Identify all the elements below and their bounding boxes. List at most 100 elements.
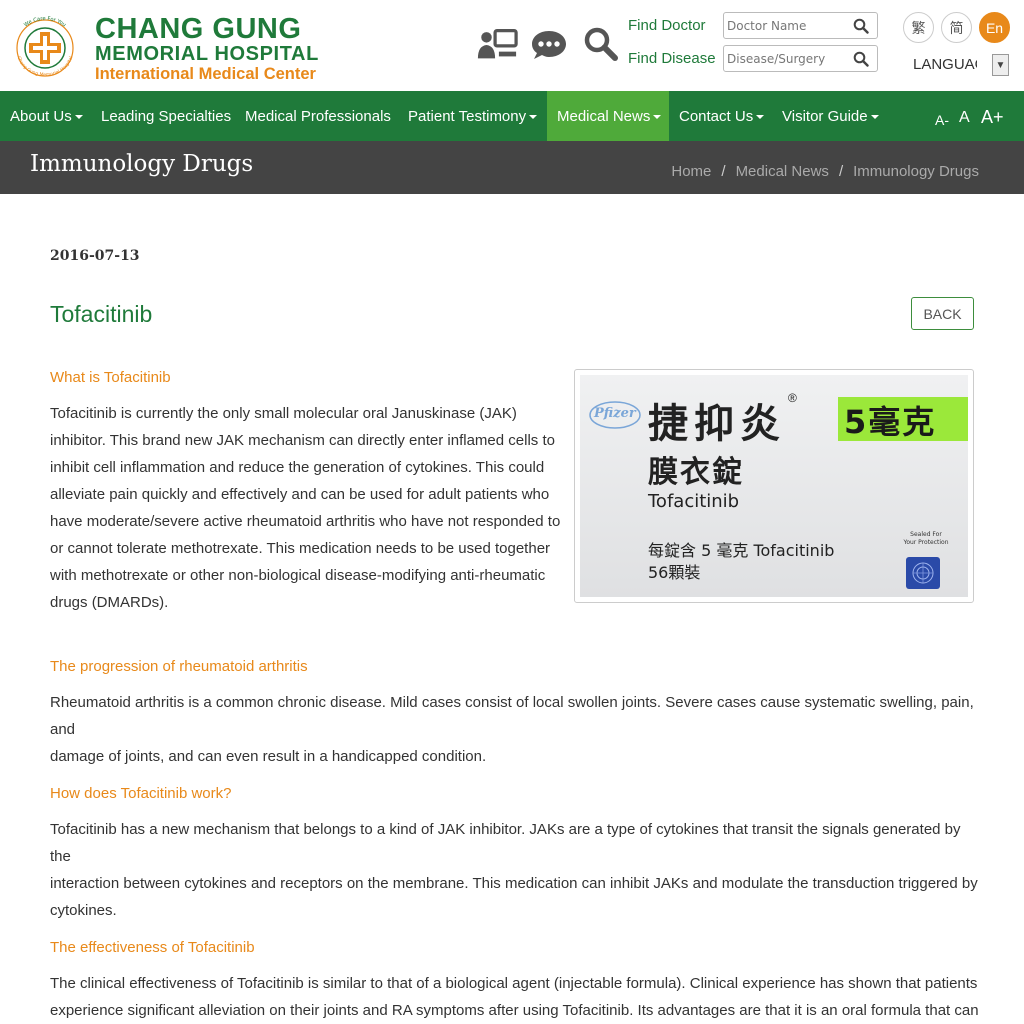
drug-name-row: 捷抑炎 ® (648, 391, 797, 449)
lang-simplified-chinese-button[interactable]: 简 (941, 12, 972, 43)
article-date: 2016-07-13 (50, 248, 140, 264)
drug-package: Pfizer 捷抑炎 ® 5毫克 膜衣錠 Tofacitinib 每錠含 5 毫… (580, 375, 968, 597)
nav-item-visitor-guide[interactable]: Visitor Guide (772, 91, 889, 141)
paragraph-line: or cannot tolerate methotrexate. This me… (50, 540, 551, 557)
paragraph-line: Rheumatoid arthritis is a common chronic… (50, 694, 974, 738)
nav-item-label: Medical Professionals (245, 107, 391, 125)
section-heading: What is Tofacitinib (50, 369, 171, 386)
header-quick-icons (476, 24, 622, 64)
language-switcher: 繁 简 En (903, 12, 1010, 43)
page-title-bar: Immunology Drugs Home / Medical News / I… (0, 141, 1024, 194)
logo-tagline: International Medical Center (95, 65, 316, 83)
nav-item-label: Contact Us (679, 107, 754, 125)
chat-icon[interactable] (528, 24, 570, 64)
nav-item-contact-us[interactable]: Contact Us (669, 91, 774, 141)
nav-item-label: Visitor Guide (782, 107, 868, 125)
back-button[interactable]: BACK (911, 297, 974, 330)
caret-down-icon (74, 115, 83, 119)
font-decrease-button[interactable]: A- (935, 95, 949, 145)
caret-down-icon (529, 115, 538, 119)
nav-item-patient-testimony[interactable]: Patient Testimony (398, 91, 547, 141)
paragraph-line: damage of joints, and can even result in… (50, 748, 487, 765)
registered-mark: ® (788, 391, 797, 405)
paragraph-line: interaction between cytokines and recept… (50, 875, 978, 892)
drug-count: 56顆裝 (648, 563, 701, 582)
page-title: Immunology Drugs (30, 151, 254, 177)
disease-surgery-input[interactable] (724, 46, 849, 71)
article-title: Tofacitinib (50, 301, 153, 327)
paragraph-line: inhibit cell inflammation and reduce the… (50, 459, 545, 476)
paragraph-line: experience significant alleviation on th… (50, 1002, 979, 1019)
svg-text:We Care For You: We Care For You (23, 16, 67, 28)
paragraph-line: The clinical effectiveness of Tofacitini… (50, 975, 978, 992)
nav-item-about-us[interactable]: About Us (0, 91, 93, 141)
disease-search-icon[interactable] (853, 51, 869, 67)
breadcrumb-home-link[interactable]: Home (671, 163, 711, 180)
nav-item-medical-news[interactable]: Medical News (547, 91, 669, 141)
search-icon[interactable] (580, 24, 622, 64)
paragraph-line: alleviate pain quickly and effectively a… (50, 486, 550, 503)
caret-down-icon (870, 115, 879, 119)
drug-package-image: Pfizer 捷抑炎 ® 5毫克 膜衣錠 Tofacitinib 每錠含 5 毫… (574, 369, 974, 603)
lang-traditional-chinese-button[interactable]: 繁 (903, 12, 934, 43)
section-heading: The progression of rheumatoid arthritis (50, 658, 308, 675)
breadcrumb-separator: / (838, 163, 844, 180)
drug-name-chinese: 捷抑炎 (648, 401, 786, 447)
breadcrumb-current: Immunology Drugs (853, 163, 979, 180)
paragraph-line: have moderate/severe active rheumatoid a… (50, 513, 561, 530)
logo-subtitle: MEMORIAL HOSPITAL (95, 43, 319, 65)
section-paragraph: Tofacitinib has a new mechanism that bel… (50, 816, 980, 924)
section-paragraph: Tofacitinib is currently the only small … (50, 400, 570, 616)
nav-item-medical-professionals[interactable]: Medical Professionals (235, 91, 401, 141)
font-normal-button[interactable]: A (959, 93, 970, 143)
nav-item-label: Medical News (557, 107, 651, 125)
language-select-label: LANGUAGE (913, 56, 977, 73)
drug-per-tablet: 每錠含 5 毫克 Tofacitinib (648, 541, 835, 560)
breadcrumb-medical-news-link[interactable]: Medical News (736, 163, 829, 180)
lang-english-button[interactable]: En (979, 12, 1010, 43)
find-disease-box (723, 45, 878, 72)
caret-down-icon (653, 115, 662, 119)
nav-item-label: Leading Specialties (101, 107, 232, 125)
paragraph-line: inhibitor. This brand new JAK mechanism … (50, 432, 555, 449)
paragraph-line: cytokines. (50, 902, 117, 919)
breadcrumb: Home / Medical News / Immunology Drugs (671, 163, 979, 180)
drug-name-english: Tofacitinib (648, 491, 740, 512)
paragraph-line: with methotrexate or other non-biologica… (50, 567, 546, 584)
paragraph-line: drugs (DMARDs). (50, 594, 169, 611)
nav-item-label: Patient Testimony (408, 107, 527, 125)
paragraph-line: Tofacitinib has a new mechanism that bel… (50, 821, 961, 865)
hospital-emblem-icon: We Care For You Chang Gung Memorial Hosp… (16, 16, 75, 78)
pfizer-logo: Pfizer (594, 406, 636, 421)
hospital-logo-text: CHANG GUNG MEMORIAL HOSPITAL Internation… (95, 14, 319, 84)
find-doctor-box (723, 12, 878, 39)
security-seal-icon (906, 557, 940, 589)
caret-down-icon (756, 115, 765, 119)
drug-dose-chinese: 5毫克 (844, 403, 937, 441)
nav-item-label: About Us (10, 107, 72, 125)
breadcrumb-separator: / (721, 163, 726, 180)
seal-label: Sealed For Your Protection (898, 531, 954, 547)
seal-label-line: Sealed For (910, 531, 942, 538)
seal-label-line: Your Protection (903, 539, 949, 546)
logo-title: CHANG GUNG (95, 13, 302, 45)
find-doctor-label: Find Doctor (628, 17, 706, 34)
paragraph-line: Tofacitinib is currently the only small … (50, 405, 517, 422)
find-disease-label: Find Disease (628, 50, 716, 67)
find-disease-row: Find Disease (628, 45, 878, 72)
font-increase-button[interactable]: A+ (981, 92, 1004, 142)
doctor-name-input[interactable] (724, 13, 849, 38)
section-paragraph: The clinical effectiveness of Tofacitini… (50, 970, 980, 1024)
telemedicine-icon[interactable] (476, 24, 518, 64)
chevron-down-icon[interactable]: ▼ (992, 54, 1009, 76)
section-paragraph: Rheumatoid arthritis is a common chronic… (50, 689, 980, 770)
doctor-search-icon[interactable] (853, 18, 869, 34)
main-nav: About Us Leading Specialties Medical Pro… (0, 91, 1024, 141)
site-header: We Care For You Chang Gung Memorial Hosp… (0, 0, 1024, 91)
language-select[interactable]: LANGUAGE ▼ (913, 54, 1009, 78)
section-heading: How does Tofacitinib work? (50, 785, 232, 802)
find-doctor-row: Find Doctor (628, 12, 878, 39)
drug-form-chinese: 膜衣錠 (648, 455, 744, 490)
section-heading: The effectiveness of Tofacitinib (50, 939, 255, 956)
nav-item-leading-specialties[interactable]: Leading Specialties (91, 91, 241, 141)
